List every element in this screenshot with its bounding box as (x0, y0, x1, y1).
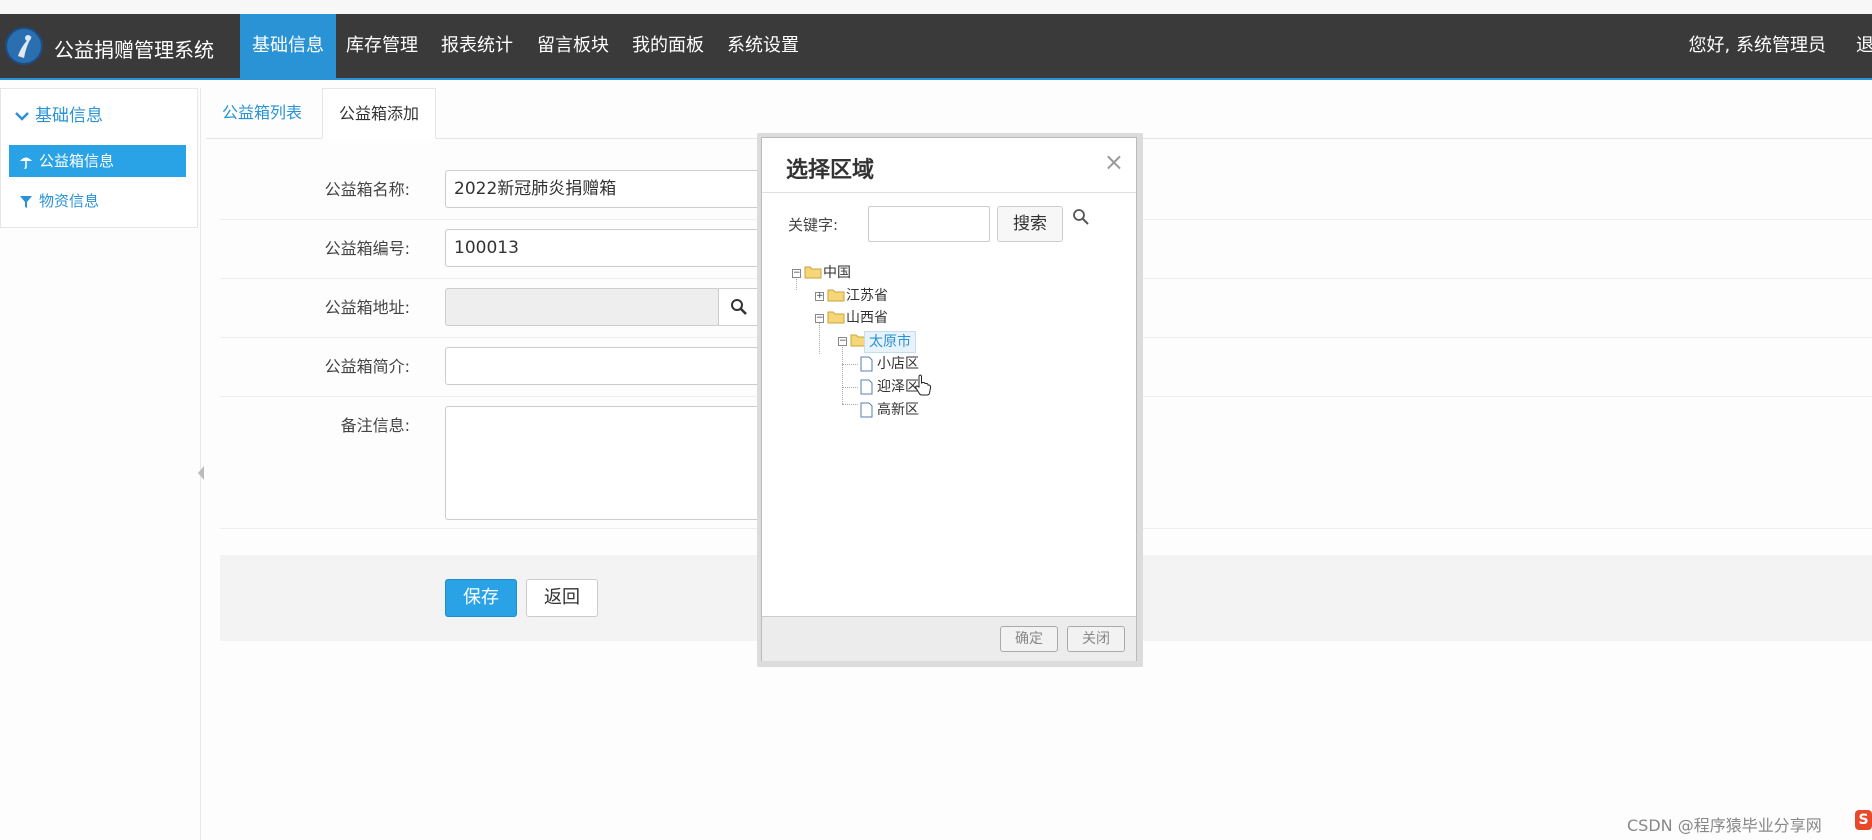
nav-item-settings[interactable]: 系统设置 (715, 14, 811, 78)
nav-item-reports[interactable]: 报表统计 (429, 14, 525, 78)
tree-line (842, 404, 858, 406)
logout-link[interactable]: 退出 (1856, 14, 1872, 78)
intro-input[interactable] (445, 347, 765, 385)
remark-label: 备注信息: (340, 416, 410, 435)
hand-cursor-icon (915, 374, 932, 396)
dialog-separator (762, 192, 1136, 193)
file-icon (860, 356, 873, 372)
tree-line (819, 318, 821, 354)
nav-item-my-panel[interactable]: 我的面板 (620, 14, 716, 78)
nav-item-messages[interactable]: 留言板块 (525, 14, 621, 78)
tree-collapse-toggle[interactable]: − (792, 269, 801, 278)
remark-textarea[interactable] (445, 406, 767, 520)
sidebar-divider (200, 88, 201, 840)
tree-node-china[interactable]: 中国 (823, 263, 851, 283)
folder-open-icon (804, 266, 822, 279)
user-greeting: 您好, 系统管理员 (1688, 35, 1826, 56)
top-navbar: 公益捐赠管理系统 基础信息 库存管理 报表统计 留言板块 我的面板 系统设置 您… (0, 14, 1872, 80)
app-brand-title: 公益捐赠管理系统 (54, 38, 214, 62)
name-label: 公益箱名称: (324, 180, 410, 199)
nav-item-inventory[interactable]: 库存管理 (334, 14, 430, 78)
dialog-body: 选择区域 × 关键字: 搜索 − 中国 + 江苏省 − 山西省 − 太原市 小店… (761, 137, 1137, 661)
tree-line (842, 387, 858, 389)
tree-expand-toggle[interactable]: + (815, 292, 824, 301)
tree-collapse-toggle[interactable]: − (815, 314, 824, 323)
dialog-close-button[interactable]: 关闭 (1067, 626, 1125, 652)
keyword-label: 关键字: (788, 216, 839, 234)
chevron-down-icon (15, 112, 29, 121)
dialog-footer: 确定 关闭 (762, 616, 1136, 661)
tree-node-yingze[interactable]: 迎泽区 (877, 377, 919, 397)
search-icon (731, 299, 747, 315)
code-label: 公益箱编号: (324, 239, 410, 258)
keyword-input[interactable] (868, 206, 990, 242)
address-search-button[interactable] (718, 288, 758, 326)
tree-collapse-toggle[interactable]: − (838, 337, 847, 346)
filter-icon (20, 195, 32, 208)
address-label: 公益箱地址: (324, 298, 410, 317)
tree-line (842, 342, 844, 404)
select-region-dialog: 选择区域 × 关键字: 搜索 − 中国 + 江苏省 − 山西省 − 太原市 小店… (757, 133, 1143, 667)
back-button[interactable]: 返回 (526, 579, 598, 617)
dialog-title: 选择区域 (786, 158, 875, 183)
tab-box-list[interactable]: 公益箱列表 (206, 88, 318, 138)
sidebar-item-material-info[interactable]: 物资信息 (9, 185, 186, 217)
umbrella-icon (20, 157, 32, 169)
address-input (445, 288, 719, 326)
nav-item-basic-info[interactable]: 基础信息 (240, 14, 336, 78)
tree-line (842, 364, 858, 366)
tree-node-taiyuan[interactable]: 太原市 (864, 331, 916, 353)
name-input[interactable]: 2022新冠肺炎捐赠箱 (445, 170, 765, 208)
search-icon[interactable] (1072, 208, 1090, 226)
tab-bar: 公益箱列表 公益箱添加 (206, 88, 1872, 139)
folder-open-icon (827, 311, 845, 324)
sidebar-item-label: 公益箱信息 (39, 152, 115, 170)
tree-node-jiangsu[interactable]: 江苏省 (846, 286, 888, 306)
search-button[interactable]: 搜索 (997, 206, 1063, 242)
browser-top-strip (0, 0, 1872, 14)
save-button[interactable]: 保存 (445, 579, 517, 617)
tree-node-shanxi[interactable]: 山西省 (846, 308, 888, 328)
app-logo-icon (5, 27, 43, 65)
sidebar-item-box-info[interactable]: 公益箱信息 (9, 145, 186, 177)
tree-node-xiaodian[interactable]: 小店区 (877, 354, 919, 374)
file-icon (860, 402, 873, 418)
close-icon[interactable]: × (1104, 148, 1124, 176)
sidebar-item-label: 物资信息 (39, 192, 100, 210)
watermark-text: CSDN @程序猿毕业分享网 (1627, 816, 1822, 835)
sidebar-collapse-handle[interactable] (198, 466, 204, 480)
folder-icon (827, 289, 845, 302)
file-icon (860, 379, 873, 395)
code-input[interactable]: 100013 (445, 229, 765, 267)
sidebar-header-label: 基础信息 (35, 106, 103, 126)
tree-node-gaoxin[interactable]: 高新区 (877, 400, 919, 420)
sidebar-header[interactable]: 基础信息 (15, 101, 103, 126)
sidebar: 基础信息 公益箱信息 物资信息 (0, 88, 198, 228)
intro-label: 公益箱简介: (324, 357, 410, 376)
confirm-button[interactable]: 确定 (1000, 626, 1058, 652)
watermark-logo-icon: S (1855, 810, 1872, 830)
tab-box-add[interactable]: 公益箱添加 (322, 88, 437, 139)
